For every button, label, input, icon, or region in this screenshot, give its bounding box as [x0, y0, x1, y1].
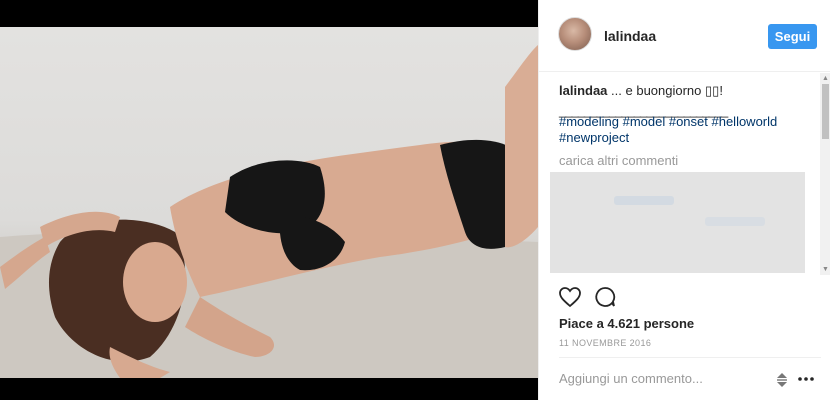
redacted-line — [705, 217, 765, 226]
media-area — [0, 0, 538, 400]
divider — [559, 357, 821, 358]
caption-username[interactable]: lalindaa — [559, 83, 607, 98]
post-photo[interactable] — [0, 27, 538, 378]
caption: lalindaa ... e buongiorno ▯▯! — [559, 83, 809, 99]
more-options-icon[interactable] — [796, 372, 816, 386]
post-side-panel: lalindaa Segui lalindaa ... e buongiorno… — [538, 0, 830, 400]
comment-icon[interactable] — [593, 285, 617, 309]
comments-section: lalindaa ... e buongiorno ▯▯! __________… — [539, 73, 830, 273]
follow-button[interactable]: Segui — [768, 24, 817, 49]
instagram-post-viewer: lalindaa Segui lalindaa ... e buongiorno… — [0, 0, 830, 400]
comments-scrollbar[interactable]: ▲ ▼ — [820, 73, 830, 275]
comment-input[interactable] — [559, 371, 759, 386]
photo-illustration — [0, 45, 538, 378]
heart-icon[interactable] — [558, 285, 582, 309]
scroll-up-arrow-icon[interactable]: ▲ — [821, 74, 830, 83]
load-more-comments[interactable]: carica altri commenti — [559, 153, 678, 168]
post-header: lalindaa Segui — [539, 0, 830, 72]
hashtags[interactable]: #modeling #model #onset #helloworld #new… — [559, 114, 799, 146]
scrollbar-thumb[interactable] — [822, 84, 829, 139]
avatar[interactable] — [558, 17, 592, 51]
likes-count[interactable]: Piace a 4.621 persone — [559, 316, 694, 331]
sort-icon[interactable] — [775, 372, 789, 388]
redacted-line — [614, 196, 674, 205]
post-actions — [539, 280, 830, 310]
caption-text: ... e buongiorno ▯▯! — [611, 83, 723, 98]
redacted-comments — [550, 172, 805, 273]
scroll-down-arrow-icon[interactable]: ▼ — [821, 265, 830, 274]
post-date[interactable]: 11 NOVEMBRE 2016 — [559, 338, 651, 348]
post-username[interactable]: lalindaa — [604, 28, 656, 44]
